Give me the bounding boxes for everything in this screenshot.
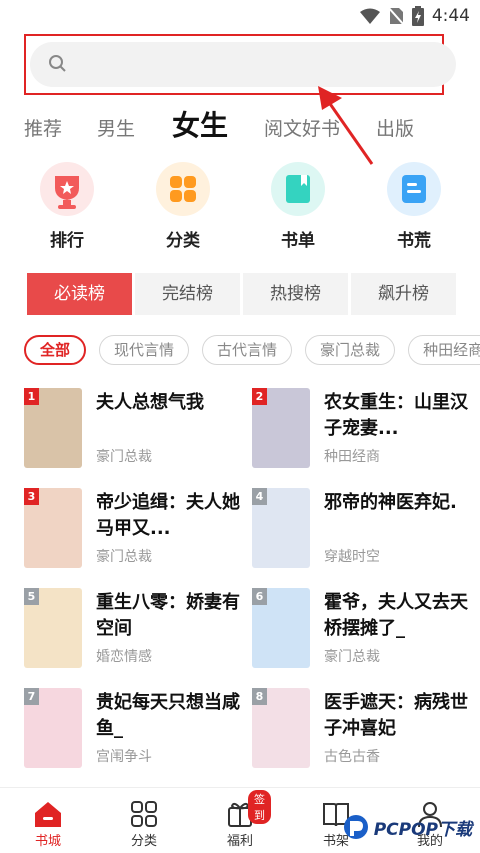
book-item[interactable]: 7 贵妃每天只想当咸鱼_ 宫闱争斗 [24, 688, 244, 770]
book-item[interactable]: 1 夫人总想气我 豪门总裁 [24, 388, 244, 470]
genre-chips: 全部 现代言情 古代言情 豪门总裁 种田经商 [24, 335, 480, 365]
quick-link-booklist[interactable]: 书单 [258, 162, 338, 251]
nav-welfare[interactable]: 签到 福利 [210, 790, 271, 849]
quick-link-category[interactable]: 分类 [143, 162, 223, 251]
chip-modern-romance[interactable]: 现代言情 [99, 335, 190, 365]
rank-badge: 6 [252, 588, 267, 605]
book-title: 帝少追缉：夫人她马甲又... [96, 492, 240, 539]
list-icon [387, 162, 441, 216]
quick-link-rank[interactable]: 排行 [27, 162, 107, 251]
tab-recommend[interactable]: 推荐 [24, 114, 62, 141]
quick-link-bookwant[interactable]: 书荒 [374, 162, 454, 251]
book-title: 邪帝的神医弃妃. [324, 492, 457, 513]
book-tag: 豪门总裁 [96, 449, 152, 465]
chip-farming[interactable]: 种田经商 [408, 335, 480, 365]
quick-link-label: 分类 [166, 231, 200, 251]
quick-link-label: 排行 [50, 231, 84, 251]
book-tag: 古色古香 [324, 749, 380, 765]
search-icon [49, 55, 66, 72]
tab-male[interactable]: 男生 [97, 114, 135, 141]
book-tag: 豪门总裁 [324, 649, 380, 665]
tab-female[interactable]: 女生 [172, 104, 228, 144]
nav-category[interactable]: 分类 [114, 796, 174, 849]
checkin-badge: 签到 [248, 790, 271, 824]
battery-icon [411, 6, 424, 26]
rank-tabs: 必读榜 完结榜 热搜榜 飙升榜 [27, 273, 456, 315]
watermark: PCPOP下载 [342, 813, 472, 841]
rank-tab-hot-search[interactable]: 热搜榜 [243, 273, 348, 315]
category-icon [114, 796, 174, 828]
nav-label: 福利 [226, 834, 253, 849]
rank-badge: 2 [252, 388, 267, 405]
book-title: 贵妃每天只想当咸鱼_ [96, 692, 240, 739]
wifi-icon [359, 8, 380, 24]
watermark-logo-icon [343, 815, 368, 839]
book-tag: 穿越时空 [324, 549, 380, 565]
status-time: 4:44 [431, 6, 470, 26]
rank-badge: 1 [24, 388, 39, 405]
book-tag: 豪门总裁 [96, 549, 152, 565]
chip-all[interactable]: 全部 [24, 335, 87, 365]
rank-badge: 5 [24, 588, 39, 605]
rank-badge: 3 [24, 488, 39, 505]
rank-tab-rising[interactable]: 飙升榜 [351, 273, 456, 315]
book-title: 霍爷，夫人又去天桥摆摊了_ [324, 592, 468, 639]
book-item[interactable]: 3 帝少追缉：夫人她马甲又... 豪门总裁 [24, 488, 244, 570]
quick-link-label: 书单 [281, 231, 315, 251]
quick-link-label: 书荒 [397, 231, 431, 251]
book-icon [271, 162, 325, 216]
book-title: 农女重生：山里汉子宠妻... [324, 392, 468, 439]
home-icon [18, 796, 78, 828]
book-title: 夫人总想气我 [96, 392, 204, 413]
tab-yuewen[interactable]: 阅文好书 [264, 114, 340, 141]
book-item[interactable]: 6 霍爷，夫人又去天桥摆摊了_ 豪门总裁 [252, 588, 472, 670]
book-tag: 种田经商 [324, 449, 380, 465]
book-title: 重生八零：娇妻有空间 [96, 592, 240, 639]
book-tag: 宫闱争斗 [96, 749, 152, 765]
search-input[interactable] [30, 42, 456, 87]
nav-label: 书城 [34, 834, 61, 849]
chip-ancient-romance[interactable]: 古代言情 [202, 335, 293, 365]
book-title: 医手遮天：病残世子冲喜妃 [324, 692, 468, 739]
rank-badge: 7 [24, 688, 39, 705]
rank-tab-finished[interactable]: 完结榜 [135, 273, 240, 315]
quick-links: 排行 分类 书单 书荒 [0, 162, 480, 254]
book-item[interactable]: 2 农女重生：山里汉子宠妻... 种田经商 [252, 388, 472, 470]
watermark-text: PCPOP下载 [373, 819, 472, 840]
category-tabs: 推荐 男生 女生 阅文好书 出版 [0, 104, 480, 152]
search-highlight-box [24, 34, 456, 95]
book-item[interactable]: 4 邪帝的神医弃妃. 穿越时空 [252, 488, 472, 570]
nav-bookstore[interactable]: 书城 [18, 796, 78, 849]
no-sim-icon [387, 7, 404, 25]
book-tag: 婚恋情感 [96, 649, 152, 665]
tab-publish[interactable]: 出版 [376, 114, 414, 141]
nav-label: 分类 [130, 834, 157, 849]
trophy-icon [40, 162, 94, 216]
book-item[interactable]: 8 医手遮天：病残世子冲喜妃 古色古香 [252, 688, 472, 770]
grid-icon [156, 162, 210, 216]
rank-tab-must-read[interactable]: 必读榜 [27, 273, 132, 315]
rank-badge: 4 [252, 488, 267, 505]
rank-badge: 8 [252, 688, 267, 705]
book-item[interactable]: 5 重生八零：娇妻有空间 婚恋情感 [24, 588, 244, 670]
status-bar: 4:44 [0, 0, 480, 30]
chip-ceo[interactable]: 豪门总裁 [305, 335, 396, 365]
